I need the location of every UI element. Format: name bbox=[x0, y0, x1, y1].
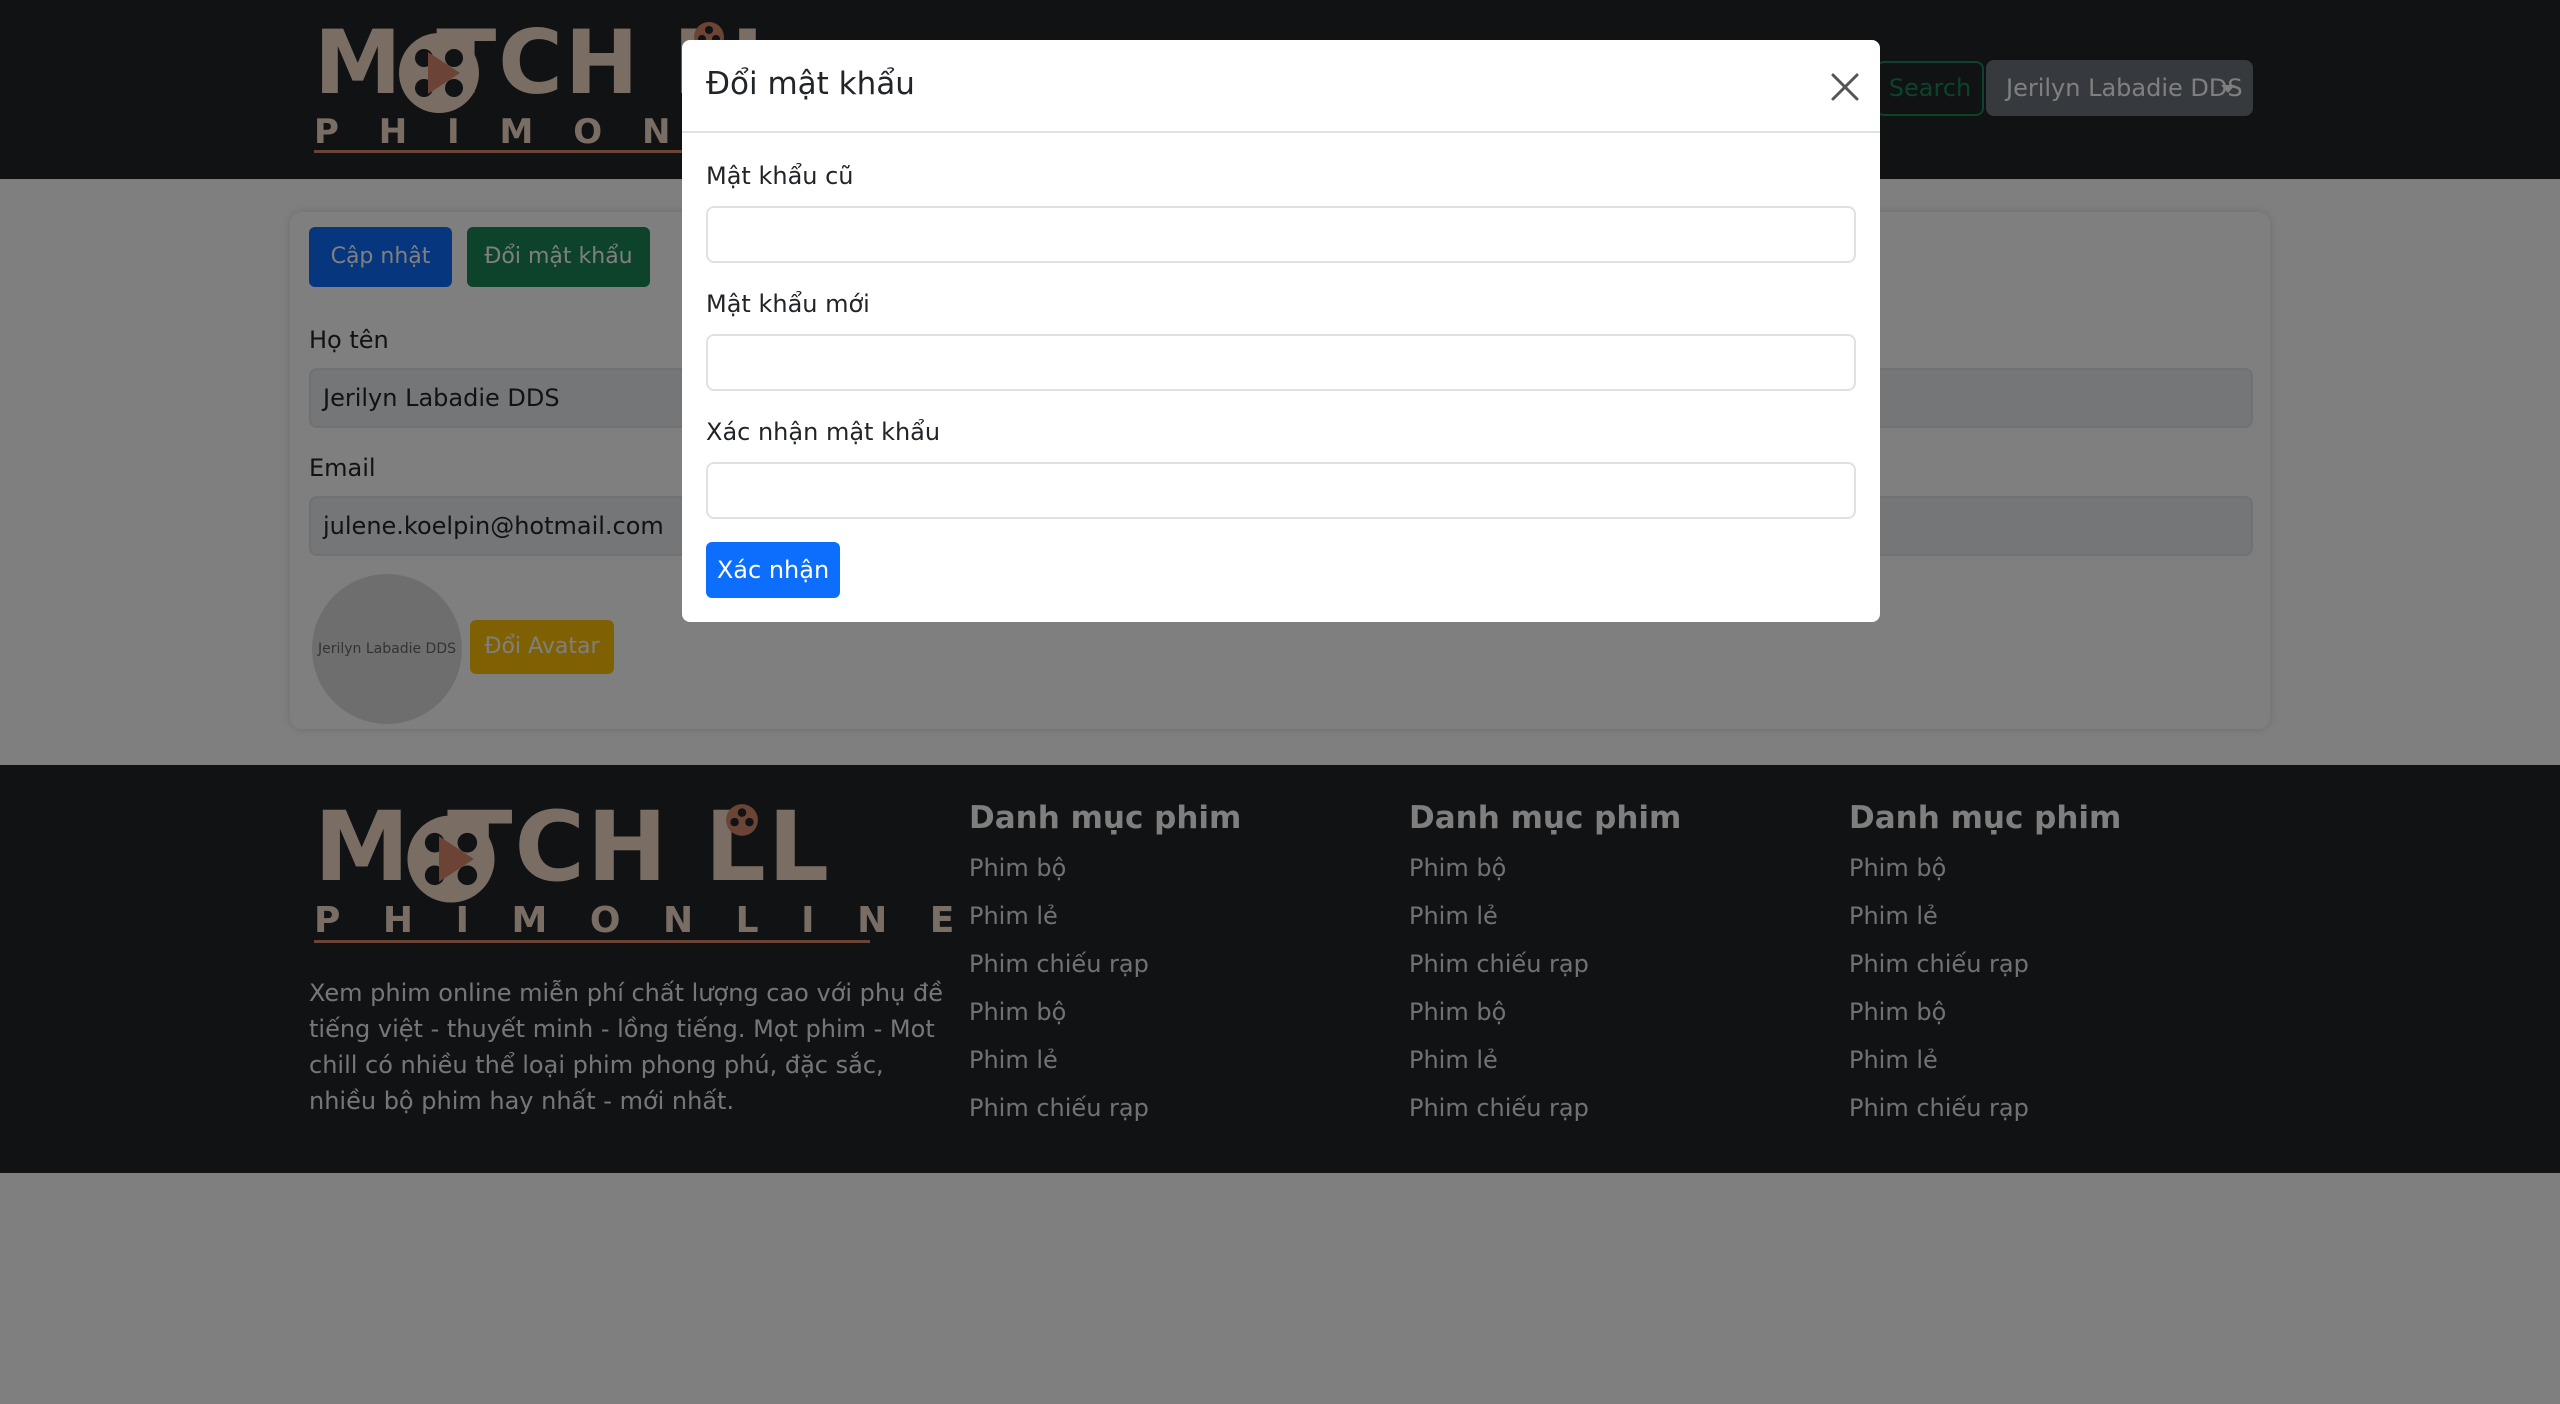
new-password-label: Mật khẩu mới bbox=[706, 290, 870, 318]
close-icon[interactable] bbox=[1828, 70, 1862, 104]
old-password-field[interactable] bbox=[706, 206, 1856, 263]
change-password-modal: Đổi mật khẩu Mật khẩu cũ Mật khẩu mới Xá… bbox=[682, 40, 1880, 622]
old-password-label: Mật khẩu cũ bbox=[706, 162, 854, 190]
modal-title: Đổi mật khẩu bbox=[706, 66, 915, 102]
confirm-password-label: Xác nhận mật khẩu bbox=[706, 418, 941, 446]
new-password-field[interactable] bbox=[706, 334, 1856, 391]
modal-header: Đổi mật khẩu bbox=[682, 40, 1880, 133]
confirm-password-field[interactable] bbox=[706, 462, 1856, 519]
confirm-button[interactable]: Xác nhận bbox=[706, 542, 840, 598]
